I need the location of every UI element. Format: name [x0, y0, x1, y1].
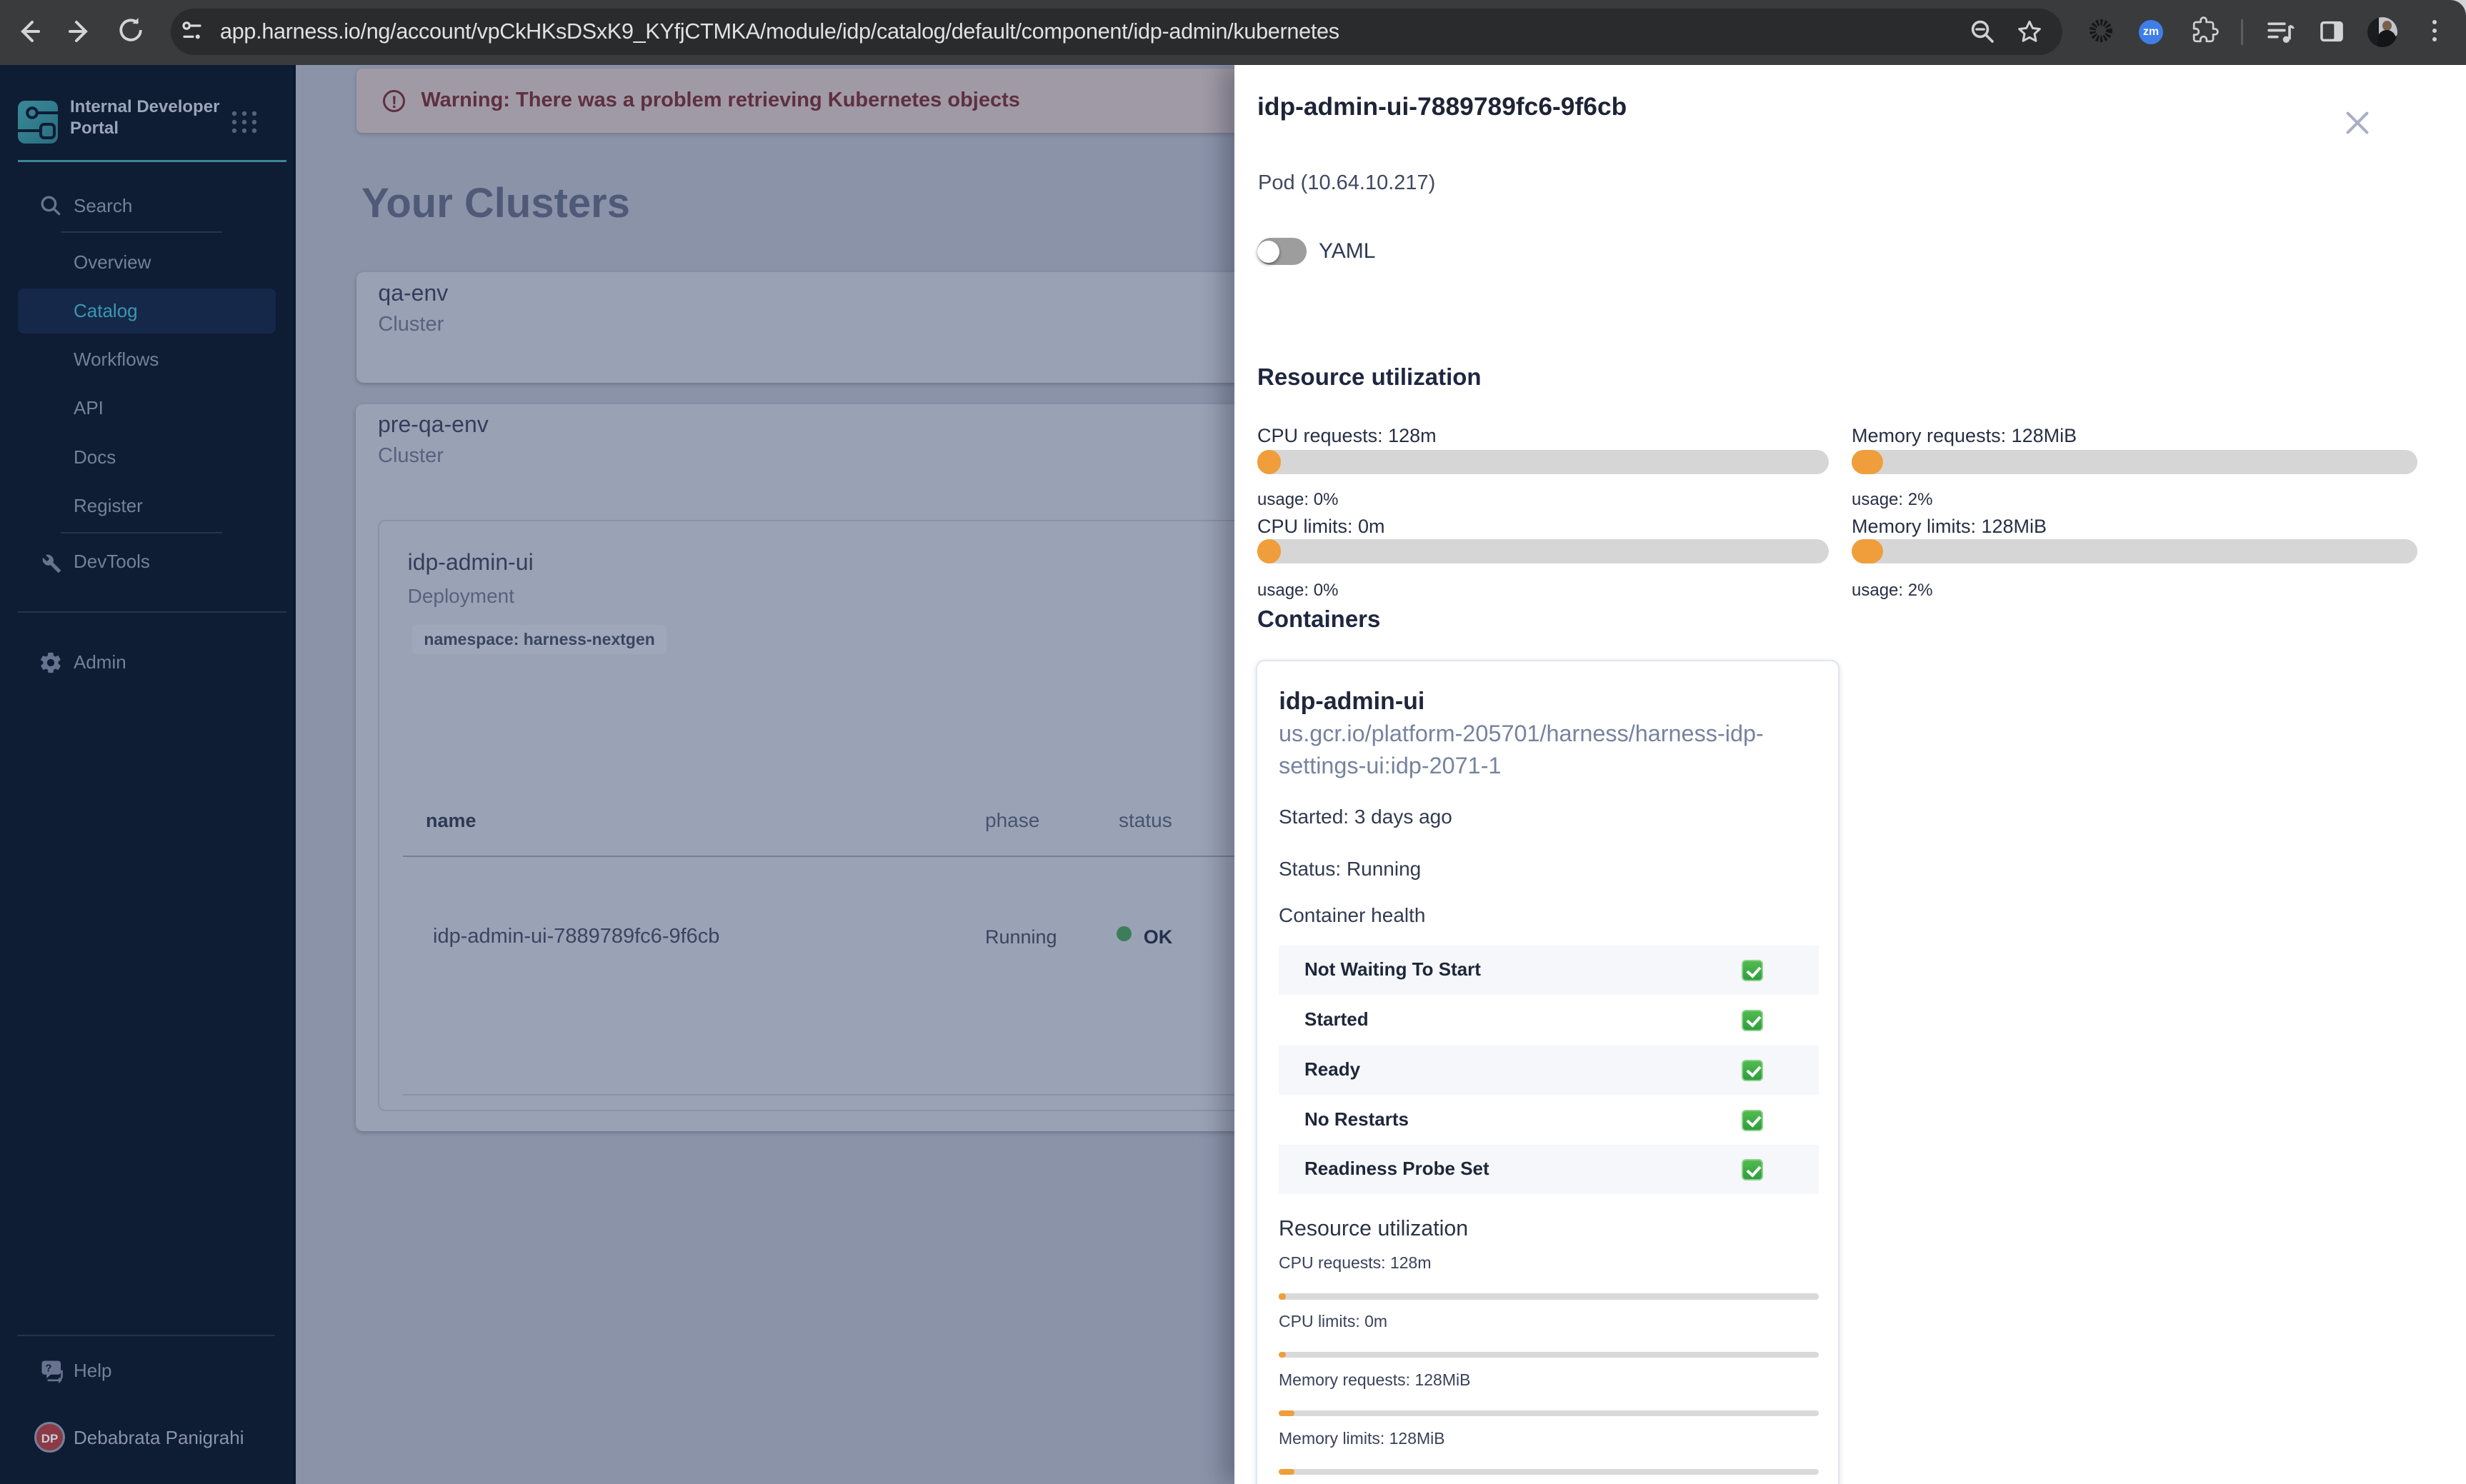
svg-text:?: ? [46, 1363, 52, 1374]
